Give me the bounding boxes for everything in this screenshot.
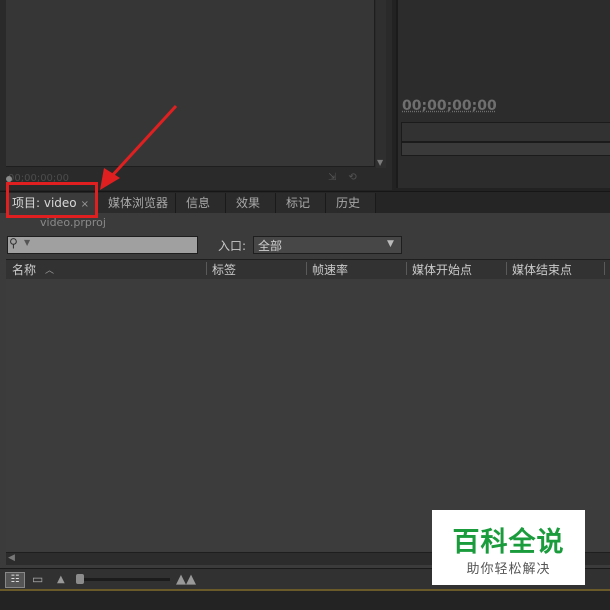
watermark-title: 百科全说 (452, 527, 565, 558)
watermark-subtitle: 助你轻松解决 (466, 562, 551, 577)
annotation-arrow-shaft (108, 104, 178, 180)
